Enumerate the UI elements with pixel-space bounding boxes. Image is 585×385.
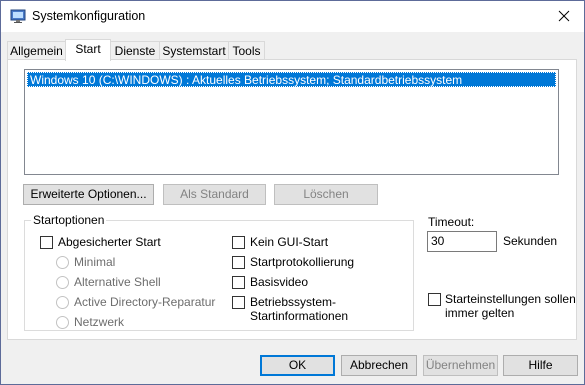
start-tab-panel: Windows 10 (C:\WINDOWS) : Aktuelles Betr… bbox=[7, 59, 577, 340]
msconfig-app-icon bbox=[10, 8, 26, 24]
boot-options-title: Startoptionen bbox=[31, 213, 107, 227]
network-radio[interactable] bbox=[56, 316, 69, 329]
tab-start[interactable]: Start bbox=[65, 39, 111, 61]
cancel-button[interactable]: Abbrechen bbox=[341, 355, 417, 376]
help-button[interactable]: Hilfe bbox=[503, 355, 578, 376]
apply-button[interactable]: Übernehmen bbox=[423, 355, 498, 376]
timeout-label: Timeout: bbox=[428, 215, 475, 229]
make-permanent-checkbox[interactable] bbox=[428, 293, 441, 306]
make-permanent-label-2: immer gelten bbox=[445, 306, 515, 320]
timeout-unit-label: Sekunden bbox=[503, 234, 558, 248]
boot-log-checkbox[interactable] bbox=[232, 256, 245, 269]
network-label: Netzwerk bbox=[74, 315, 125, 329]
close-icon bbox=[558, 10, 570, 22]
timeout-input[interactable]: 30 bbox=[427, 231, 497, 252]
tab-systemstart[interactable]: Systemstart bbox=[159, 41, 229, 60]
boot-options-group: Startoptionen Abgesicherter Start Minima… bbox=[24, 213, 414, 331]
os-boot-info-label-2: Startinformationen bbox=[250, 309, 349, 323]
boot-log-label: Startprotokollierung bbox=[250, 255, 355, 269]
no-gui-boot-label: Kein GUI-Start bbox=[250, 235, 329, 249]
window-title: Systemkonfiguration bbox=[32, 9, 146, 23]
minimal-label: Minimal bbox=[74, 255, 116, 269]
advanced-options-button[interactable]: Erweiterte Optionen... bbox=[23, 184, 154, 205]
ad-repair-radio[interactable] bbox=[56, 296, 69, 309]
alternative-shell-label: Alternative Shell bbox=[74, 275, 161, 289]
os-boot-info-label-1: Betriebssystem- bbox=[250, 295, 337, 309]
base-video-label: Basisvideo bbox=[250, 275, 309, 289]
os-boot-info-checkbox[interactable] bbox=[232, 296, 245, 309]
system-configuration-window: Systemkonfiguration Allgemein Start Dien… bbox=[0, 0, 585, 385]
boot-entry-row[interactable]: Windows 10 (C:\WINDOWS) : Aktuelles Betr… bbox=[27, 72, 556, 87]
ad-repair-label: Active Directory-Reparatur bbox=[74, 295, 216, 309]
title-bar[interactable]: Systemkonfiguration bbox=[1, 1, 584, 32]
make-permanent-label-1: Starteinstellungen sollen bbox=[445, 292, 576, 306]
alternative-shell-radio[interactable] bbox=[56, 276, 69, 289]
ok-button[interactable]: OK bbox=[260, 355, 335, 376]
tab-tools[interactable]: Tools bbox=[228, 41, 265, 60]
tab-allgemein[interactable]: Allgemein bbox=[7, 41, 66, 60]
delete-button[interactable]: Löschen bbox=[274, 184, 378, 205]
no-gui-boot-checkbox[interactable] bbox=[232, 236, 245, 249]
close-button[interactable] bbox=[544, 1, 584, 31]
safe-boot-label: Abgesicherter Start bbox=[58, 235, 161, 249]
boot-entry-list[interactable]: Windows 10 (C:\WINDOWS) : Aktuelles Betr… bbox=[24, 69, 559, 175]
base-video-checkbox[interactable] bbox=[232, 276, 245, 289]
minimal-radio[interactable] bbox=[56, 256, 69, 269]
set-default-button[interactable]: Als Standard bbox=[163, 184, 266, 205]
tab-dienste[interactable]: Dienste bbox=[110, 41, 160, 60]
safe-boot-checkbox[interactable] bbox=[40, 236, 53, 249]
